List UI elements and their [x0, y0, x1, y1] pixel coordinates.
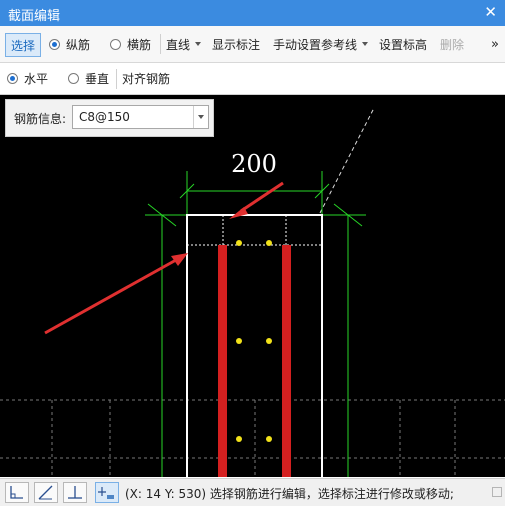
toolbar-overflow-icon[interactable]: »: [491, 26, 499, 62]
background-grid: [0, 399, 505, 477]
rebar-point: [236, 240, 242, 246]
rebar-point: [266, 338, 272, 344]
close-icon[interactable]: ✕: [484, 3, 497, 21]
vertical-radio[interactable]: 垂直: [68, 63, 109, 94]
align-rebar-button[interactable]: 对齐钢筋: [122, 63, 170, 94]
secondary-toolbar: 水平 垂直 对齐钢筋: [0, 63, 505, 95]
status-bar: (X: 14 Y: 530) 选择钢筋进行编辑，选择标注进行修改或移动;: [0, 478, 505, 506]
cover-lines: [187, 215, 322, 246]
rebar-point: [266, 436, 272, 442]
toolbar-divider: [160, 34, 161, 54]
rebar-point: [236, 338, 242, 344]
window-title: 截面编辑: [8, 9, 61, 24]
rebar-info-value: C8@150: [79, 110, 130, 124]
chevron-down-icon: [362, 42, 369, 46]
rebar-info-panel: 钢筋信息: C8@150: [5, 99, 214, 137]
radio-checked-icon: [7, 73, 18, 84]
radio-unchecked-icon: [110, 38, 121, 50]
toolbar-divider: [116, 69, 117, 89]
rebar-info-combobox[interactable]: C8@150: [72, 105, 209, 129]
section-drawing[interactable]: 200: [0, 95, 505, 477]
drawing-canvas[interactable]: 200: [0, 95, 505, 477]
manual-reference-line-label: 手动设置参考线: [273, 37, 358, 52]
resize-grip-icon[interactable]: [492, 487, 502, 497]
status-message: (X: 14 Y: 530) 选择钢筋进行编辑，选择标注进行修改或移动;: [125, 487, 454, 501]
longitudinal-rebar-radio[interactable]: 纵筋: [49, 26, 90, 62]
transverse-rebar-radio[interactable]: 横筋: [110, 26, 151, 62]
select-button[interactable]: 选择: [5, 33, 41, 57]
left-rebar[interactable]: [218, 245, 227, 477]
manual-reference-line-dropdown[interactable]: 手动设置参考线: [273, 26, 369, 62]
title-bar: 截面编辑 ✕: [0, 0, 505, 26]
radio-unchecked-icon: [68, 73, 79, 84]
radio-checked-icon: [49, 38, 60, 50]
dimension-value[interactable]: 200: [231, 150, 277, 178]
oblique-line-icon[interactable]: [34, 482, 58, 503]
horizontal-radio[interactable]: 水平: [7, 63, 48, 94]
annotation-arrows: [44, 181, 284, 335]
rebar-info-label: 钢筋信息:: [14, 112, 67, 126]
right-rebar[interactable]: [282, 245, 291, 477]
set-elevation-button[interactable]: 设置标高: [379, 26, 427, 62]
chevron-down-icon: [195, 42, 202, 46]
dropdown-arrow-icon[interactable]: [193, 106, 208, 128]
rebar-point: [236, 436, 242, 442]
line-dropdown-label: 直线: [166, 37, 191, 52]
orthogonal-icon[interactable]: [5, 482, 29, 503]
rebar-point: [266, 240, 272, 246]
longitudinal-rebar-label: 纵筋: [66, 37, 91, 52]
point-snap-icon[interactable]: [95, 482, 119, 503]
main-toolbar: 选择 纵筋 横筋 直线 显示标注 手动设置参考线 设置标高 删除 »: [0, 26, 505, 63]
reference-line[interactable]: [319, 107, 375, 214]
horizontal-label: 水平: [24, 72, 49, 86]
delete-button[interactable]: 删除: [440, 26, 464, 62]
transverse-rebar-label: 横筋: [127, 37, 152, 52]
line-dropdown[interactable]: 直线: [166, 26, 202, 62]
perpendicular-icon[interactable]: [63, 482, 87, 503]
show-dimension-button[interactable]: 显示标注: [212, 26, 260, 62]
vertical-label: 垂直: [85, 72, 110, 86]
rebar-points[interactable]: [236, 240, 272, 442]
